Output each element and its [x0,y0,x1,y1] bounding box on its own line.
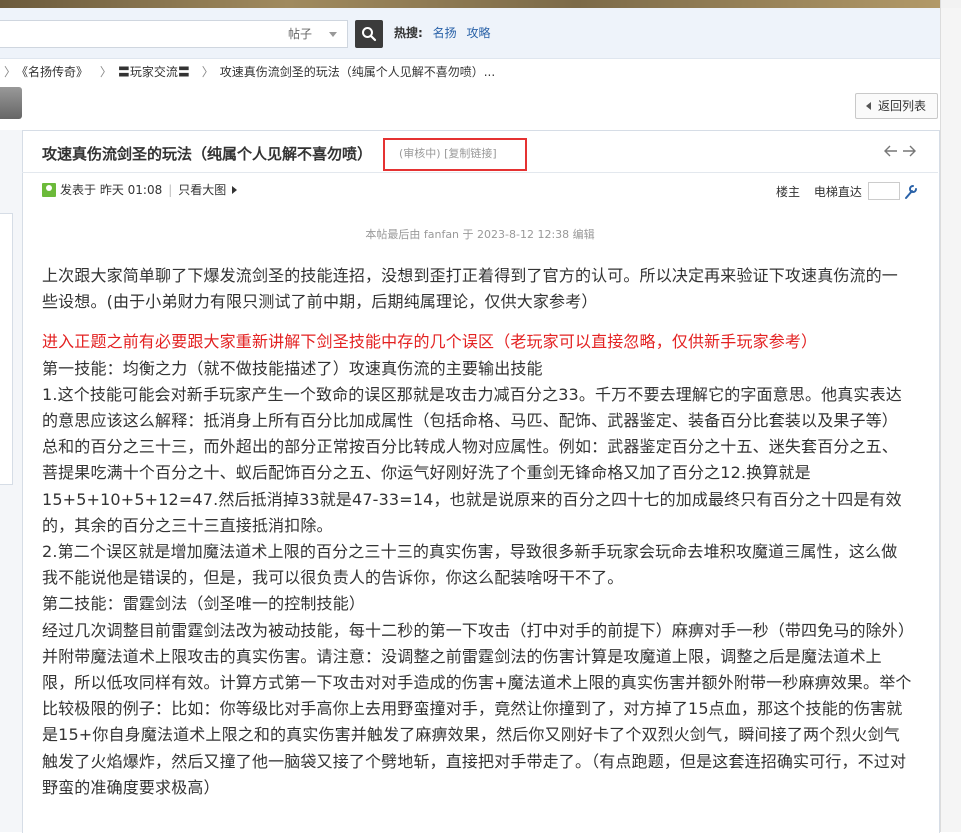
meta-divider: | [168,183,173,197]
only-images-link[interactable]: 只看大图 [178,183,226,197]
hot-link[interactable]: 攻略 [466,26,490,40]
post-paragraph: 第二技能：雷霆剑法（剑圣唯一的控制技能） [42,594,366,614]
search-input[interactable]: 帖子 [0,20,348,48]
search-button[interactable] [355,20,383,48]
chevron-right-icon [232,186,238,194]
search-type-label: 帖子 [288,27,313,41]
new-post-button[interactable] [0,87,22,119]
prev-thread-icon[interactable] [884,145,898,157]
back-to-list-label: 返回列表 [878,99,927,113]
breadcrumb-item[interactable]: 〓玩家交流〓 [118,65,190,79]
post-meta: 发表于 昨天 01:08 | 只看大图 [42,182,238,198]
highlight-box [383,138,527,171]
posted-time: 发表于 昨天 01:08 [60,183,163,197]
next-thread-icon[interactable] [902,145,916,157]
online-user-icon [42,183,56,197]
edit-note: 本帖最后由 fanfan 于 2023-8-12 12:38 编辑 [365,228,595,241]
floor-jump-input[interactable] [867,182,900,200]
post-paragraph: 第一技能：均衡之力（就不做技能描述了）攻速真伤流的主要输出技能 [42,358,543,378]
breadcrumb: 〉《名扬传奇》 〉〓玩家交流〓 〉攻速真伤流剑圣的玩法（纯属个人见解不喜勿喷）.… [0,62,499,82]
breadcrumb-item[interactable]: 攻速真伤流剑圣的玩法（纯属个人见解不喜勿喷）... [220,65,495,79]
breadcrumb-separator: 〉 [99,65,112,79]
post-paragraph: 1.这个技能可能会对新手玩家产生一个致命的误区那就是攻击力减百分之33。千万不要… [42,384,902,535]
search-icon [362,27,377,42]
hot-search-label: 热搜: [394,26,423,40]
back-to-list-button[interactable]: 返回列表 [855,93,938,119]
wrench-icon[interactable] [904,184,918,200]
chevron-left-icon [866,102,871,110]
thread-nav [884,145,916,160]
search-bar: 帖子 热搜: 名扬 攻略 [0,8,940,59]
hot-link[interactable]: 名扬 [433,26,457,40]
post-paragraph-highlight: 进入正题之前有必要跟大家重新讲解下剑圣技能中存的几个误区（老玩家可以直接忽略，仅… [42,332,818,352]
floor-jump-label: 电梯直达 [813,185,862,199]
breadcrumb-separator: 〉 [4,65,17,79]
side-pane [941,8,961,832]
search-type-select[interactable]: 帖子 [288,21,348,47]
author-profile-box [0,213,13,485]
floor-owner-label: 楼主 [776,185,801,199]
chevron-down-icon [329,32,337,37]
page-title: 攻速真伤流剑圣的玩法（纯属个人见解不喜勿喷） [42,145,373,163]
banner-strip [0,0,961,8]
floor-tools: 楼主 电梯直达 [776,182,918,200]
hot-search: 热搜: 名扬 攻略 [394,24,491,42]
post-paragraph: 2.第二个误区就是增加魔法道术上限的百分之三十三的真实伤害，导致很多新手玩家会玩… [42,542,898,588]
post-body: 上次跟大家简单聊了下爆发流剑圣的技能连招，没想到歪打正着得到了官方的认可。所以决… [42,263,912,801]
breadcrumb-item[interactable]: 《名扬传奇》 [22,65,88,79]
post-paragraph: 经过几次调整目前雷霆剑法改为被动技能，每十二秒的第一下攻击（打中对手的前提下）麻… [42,620,912,797]
divider [22,172,938,173]
post-paragraph: 上次跟大家简单聊了下爆发流剑圣的技能连招，没想到歪打正着得到了官方的认可。所以决… [42,266,898,312]
breadcrumb-separator: 〉 [201,65,214,79]
